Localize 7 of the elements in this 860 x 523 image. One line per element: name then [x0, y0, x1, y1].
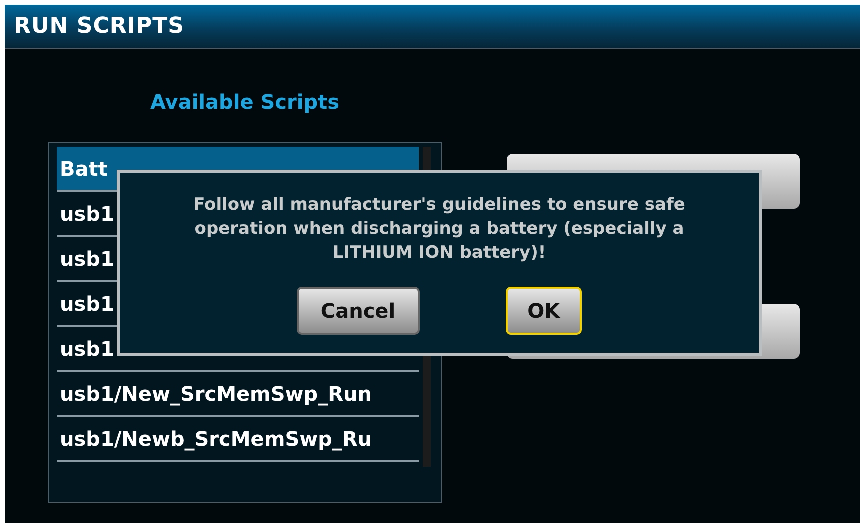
script-item[interactable]: usb1/New_SrcMemSwp_Run	[57, 372, 419, 417]
list-heading: Available Scripts	[150, 90, 340, 114]
dialog-button[interactable]: Cancel	[296, 287, 420, 335]
dialog-button[interactable]: OK	[506, 287, 582, 335]
script-item[interactable]: usb1/Newb_SrcMemSwp_Ru	[57, 417, 419, 462]
warning-message: Follow all manufacturer's guidelines to ensure safe operation when discharging a battery (especially a LITHIUM ION battery)!	[192, 194, 686, 265]
window-title: RUN SCRIPTS	[14, 14, 184, 39]
